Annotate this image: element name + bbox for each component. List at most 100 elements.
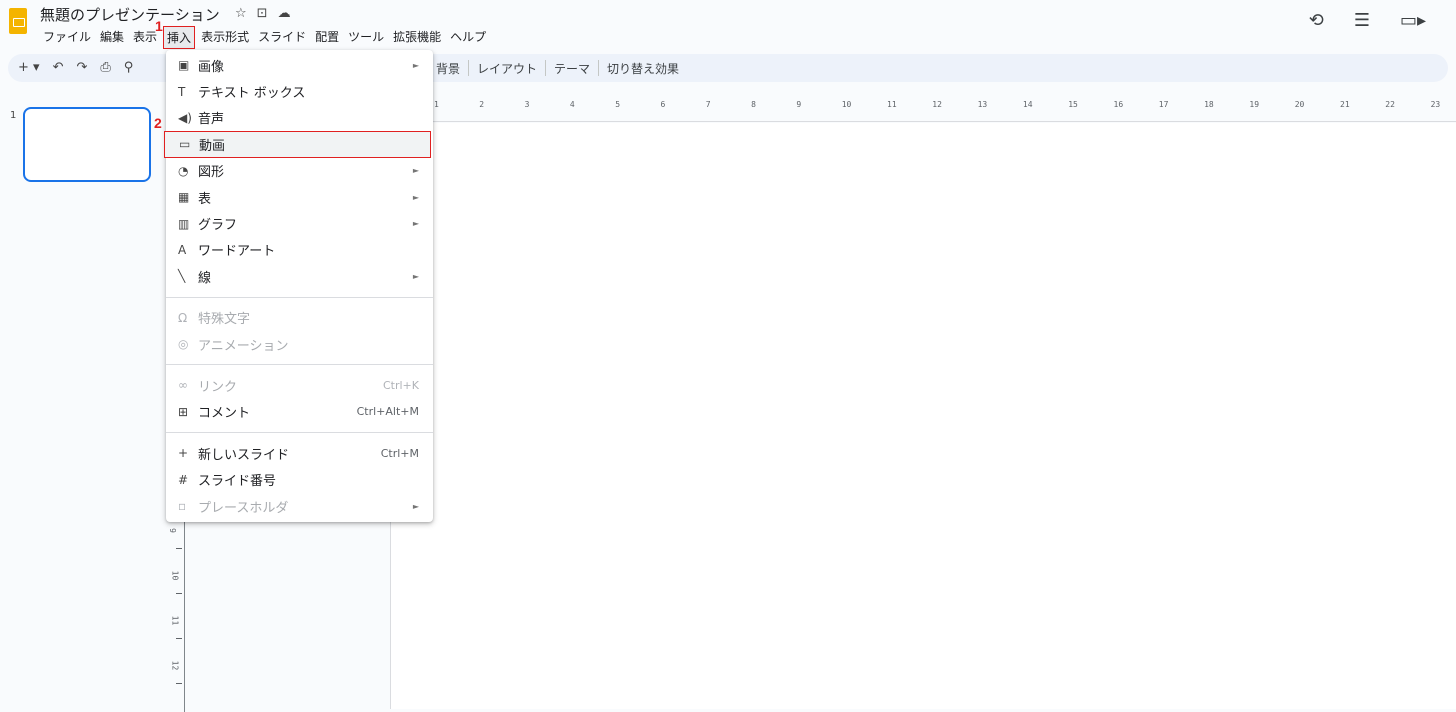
folder-icon[interactable]: ⊡ — [257, 6, 268, 21]
new-slide-icon[interactable]: + ▾ — [18, 60, 40, 75]
theme-button[interactable]: テーマ — [554, 60, 590, 77]
document-title[interactable]: 無題のプレゼンテーション — [40, 4, 220, 25]
ruler-tick — [176, 638, 182, 639]
print-icon[interactable]: ⎙ — [100, 60, 110, 75]
video-icon: ▭ — [179, 137, 191, 152]
submenu-arrow-icon: ► — [412, 501, 419, 511]
menu-divider — [166, 432, 433, 434]
ruler-label: 6 — [660, 100, 666, 109]
menu-tools[interactable]: ツール — [345, 26, 387, 49]
menu-format[interactable]: 表示形式 — [198, 26, 252, 49]
ruler-edge — [184, 522, 185, 712]
menu-item-audio[interactable]: ◀) 音声 — [166, 105, 433, 131]
menu-item-chart[interactable]: ▥ グラフ ► — [166, 210, 433, 236]
submenu-arrow-icon: ► — [412, 60, 419, 70]
ruler-label: 9 — [167, 528, 177, 533]
menu-item-table[interactable]: ▦ 表 ► — [166, 184, 433, 210]
shortcut-label: Ctrl+Alt+M — [356, 405, 419, 419]
ruler-label: 9 — [796, 100, 802, 109]
redo-icon[interactable]: ↷ — [76, 60, 87, 75]
menu-item-slide-number[interactable]: # スライド番号 — [166, 466, 433, 492]
ruler-label: 20 — [1294, 100, 1305, 109]
menu-file[interactable]: ファイル — [40, 26, 94, 49]
top-bar: 無題のプレゼンテーション ☆ ⊡ ☁ ファイル 編集 表示 挿入 表示形式 スラ… — [0, 0, 1456, 50]
shortcut-label: Ctrl+M — [380, 446, 419, 460]
menu-slide[interactable]: スライド — [255, 26, 309, 49]
table-icon: ▦ — [178, 190, 190, 205]
ruler-label: 23 — [1430, 100, 1441, 109]
ruler-label: 7 — [705, 100, 711, 109]
link-icon: ∞ — [178, 378, 188, 393]
undo-icon[interactable]: ↶ — [53, 60, 64, 75]
ruler-label: 10 — [170, 570, 180, 581]
ruler-label: 22 — [1385, 100, 1395, 109]
horizontal-ruler[interactable]: 1 2 3 4 5 6 7 8 9 10 11 12 13 14 15 16 17 18 19 20 21 22 23 — [390, 90, 1456, 122]
insert-menu: ▣ 画像 ► T テキスト ボックス ◀) 音声 ▭ 動画 ◔ 図形 ► ▦ 表… — [164, 50, 433, 522]
divider — [468, 60, 470, 76]
menu-item-text-box[interactable]: T テキスト ボックス — [166, 78, 433, 104]
omega-icon: Ω — [178, 310, 188, 325]
step-annotation-2: 2 — [154, 115, 162, 131]
cloud-icon[interactable]: ☁ — [278, 6, 291, 21]
submenu-arrow-icon: ► — [412, 271, 419, 281]
video-call-icon[interactable]: ▭▸ — [1400, 10, 1426, 31]
menu-item-special-characters: Ω 特殊文字 — [166, 305, 433, 331]
menu-extensions[interactable]: 拡張機能 — [390, 26, 444, 49]
slide-canvas[interactable] — [390, 123, 1456, 709]
filmstrip: 1 — [0, 90, 166, 709]
menu-bar: ファイル 編集 表示 挿入 表示形式 スライド 配置 ツール 拡張機能 ヘルプ — [40, 26, 492, 49]
hash-icon: # — [178, 472, 189, 487]
menu-item-video[interactable]: ▭ 動画 — [164, 131, 431, 158]
ruler-label: 2 — [479, 100, 485, 109]
menu-item-label: 表 — [198, 191, 212, 207]
toolbar-right: 背景 レイアウト テーマ 切り替え効果 — [436, 60, 679, 77]
ruler-label: 19 — [1249, 100, 1260, 109]
comment-icon[interactable]: ☰ — [1354, 10, 1370, 31]
menu-item-label: 線 — [198, 270, 212, 286]
chart-icon: ▥ — [178, 216, 190, 231]
ruler-label: 12 — [932, 100, 942, 109]
ruler-label: 12 — [170, 660, 180, 671]
submenu-arrow-icon: ► — [412, 166, 419, 176]
slide-number: 1 — [10, 110, 17, 121]
menu-item-image[interactable]: ▣ 画像 ► — [166, 52, 433, 78]
menu-help[interactable]: ヘルプ — [447, 26, 489, 49]
paint-format-icon[interactable]: ⚲ — [124, 60, 134, 75]
ruler-label: 14 — [1022, 100, 1033, 109]
slides-logo-icon[interactable] — [9, 8, 27, 34]
history-icon[interactable]: ⟲ — [1309, 10, 1324, 31]
menu-insert[interactable]: 挿入 — [163, 26, 196, 49]
ruler-label: 4 — [569, 100, 575, 109]
menu-item-label: 新しいスライド — [198, 447, 290, 463]
menu-item-shape[interactable]: ◔ 図形 ► — [166, 158, 433, 184]
star-icon[interactable]: ☆ — [235, 6, 247, 21]
menu-item-label: 動画 — [199, 138, 226, 154]
transition-button[interactable]: 切り替え効果 — [607, 60, 679, 77]
background-button[interactable]: 背景 — [436, 60, 460, 77]
toolbar-left: + ▾ ↶ ↷ ⎙ ⚲ — [18, 60, 133, 75]
ruler-label: 21 — [1340, 100, 1350, 109]
menu-item-new-slide[interactable]: + 新しいスライド Ctrl+M — [166, 440, 433, 466]
ruler-label: 10 — [841, 100, 852, 109]
ruler-label: 8 — [751, 100, 756, 109]
line-icon: ╲ — [178, 269, 186, 284]
submenu-arrow-icon: ► — [412, 219, 419, 229]
slide-thumbnail[interactable] — [23, 107, 151, 182]
menu-item-animation: ◎ アニメーション — [166, 331, 433, 357]
menu-item-comment[interactable]: ⊞ コメント Ctrl+Alt+M — [166, 399, 433, 425]
menu-item-label: ワードアート — [198, 244, 276, 260]
menu-item-label: リンク — [198, 379, 238, 395]
word-art-icon: A — [178, 242, 187, 257]
menu-item-line[interactable]: ╲ 線 ► — [166, 263, 433, 289]
menu-item-word-art[interactable]: A ワードアート — [166, 237, 433, 263]
header-actions: ⟲ ☰ ▭▸ — [1309, 10, 1426, 31]
ruler-label: 11 — [170, 615, 180, 626]
ruler-label: 3 — [524, 100, 530, 109]
menu-edit[interactable]: 編集 — [97, 26, 127, 49]
ruler-tick — [176, 683, 182, 684]
menu-arrange[interactable]: 配置 — [312, 26, 342, 49]
ruler-label: 17 — [1158, 100, 1169, 109]
ruler-label: 13 — [977, 100, 988, 109]
layout-button[interactable]: レイアウト — [477, 60, 537, 77]
submenu-arrow-icon: ► — [412, 192, 419, 202]
